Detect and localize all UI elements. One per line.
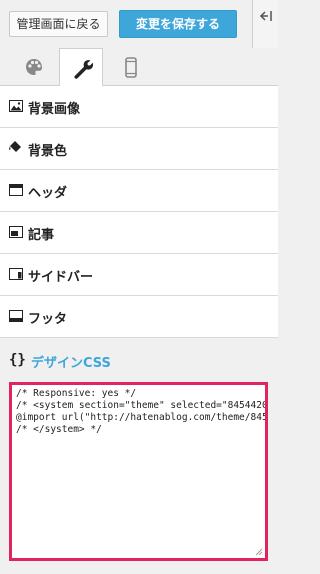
menu-item-header[interactable]: ヘッダ xyxy=(0,170,278,212)
back-to-dashboard-button[interactable]: 管理画面に戻る xyxy=(9,11,108,37)
css-code-editor[interactable]: /* Responsive: yes */ /* <system section… xyxy=(9,382,268,561)
header-layout-icon xyxy=(9,184,23,196)
css-code-text: /* Responsive: yes */ /* <system section… xyxy=(16,388,268,435)
footer-layout-icon xyxy=(9,310,23,322)
palette-icon xyxy=(26,59,42,75)
wrench-icon xyxy=(74,60,94,79)
menu-item-background-image[interactable]: 背景画像 xyxy=(0,86,278,128)
menu-item-footer[interactable]: フッタ xyxy=(0,296,278,338)
design-css-title[interactable]: デザインCSS xyxy=(31,352,111,371)
menu-item-label: サイドバー xyxy=(28,270,94,285)
top-toolbar: 管理画面に戻る 変更を保存する xyxy=(0,0,278,48)
menu-item-label: 記事 xyxy=(28,228,55,243)
menu-item-background-color[interactable]: 背景色 xyxy=(0,128,278,170)
design-css-section: {} デザインCSS /* Responsive: yes */ /* <sys… xyxy=(0,338,278,574)
collapse-left-icon xyxy=(259,11,272,21)
menu-item-sidebar[interactable]: サイドバー xyxy=(0,254,278,296)
settings-tabs xyxy=(0,48,278,87)
sidebar-layout-icon xyxy=(9,268,23,280)
smartphone-icon xyxy=(125,57,137,78)
paint-bucket-icon xyxy=(9,141,21,152)
collapse-panel-button[interactable] xyxy=(252,0,278,48)
theme-editor-panel: 管理画面に戻る 変更を保存する 背景画像 背景色 ヘッダ 記事 サイドバー フッ… xyxy=(0,0,278,574)
menu-item-article[interactable]: 記事 xyxy=(0,212,278,254)
menu-item-label: 背景色 xyxy=(28,144,68,159)
menu-item-label: フッタ xyxy=(28,312,68,327)
css-braces-icon: {} xyxy=(9,352,26,368)
tab-design[interactable] xyxy=(12,48,56,86)
image-icon xyxy=(9,100,23,112)
article-layout-icon xyxy=(9,226,23,238)
tab-smartphone[interactable] xyxy=(109,48,153,86)
tab-customize[interactable] xyxy=(59,48,103,87)
resize-grip-icon[interactable] xyxy=(255,548,263,556)
menu-item-label: ヘッダ xyxy=(28,186,68,201)
customize-menu: 背景画像 背景色 ヘッダ 記事 サイドバー フッタ xyxy=(0,86,278,338)
menu-item-label: 背景画像 xyxy=(28,102,81,117)
save-changes-button[interactable]: 変更を保存する xyxy=(119,10,237,38)
